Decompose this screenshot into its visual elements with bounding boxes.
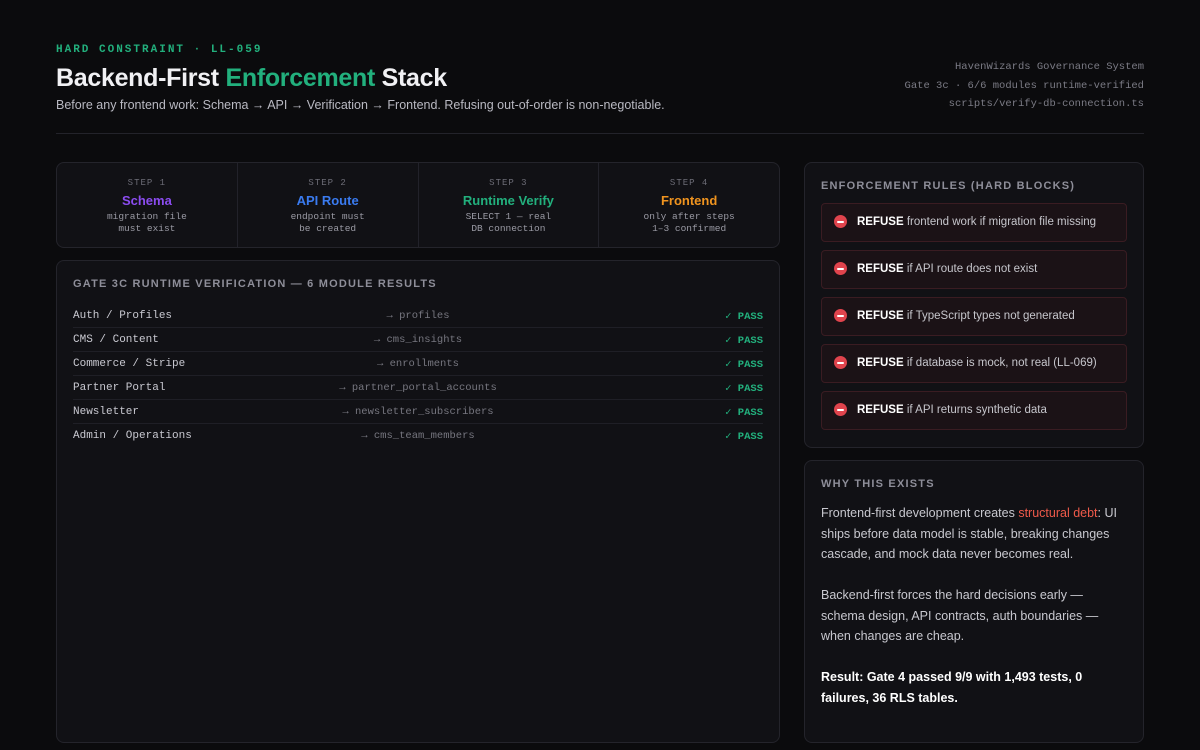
module-table: → enrollments [377,358,459,370]
rule-keyword: REFUSE [857,310,904,322]
rule-text: frontend work if migration file missing [903,216,1097,228]
rule-item: REFUSE if TypeScript types not generated [821,297,1127,336]
gate-verification-panel: GATE 3C RUNTIME VERIFICATION — 6 MODULE … [56,260,780,743]
module-table: → newsletter_subscribers [342,406,494,418]
no-entry-icon [834,309,847,322]
why-body: Frontend-first development creates struc… [821,503,1127,708]
step-number: STEP 3 [489,178,528,188]
meta-system: HavenWizards Governance System [954,61,1144,73]
step-title: Schema [121,193,172,208]
rules-heading: ENFORCEMENT RULES (HARD BLOCKS) [821,180,1076,192]
rule-item: REFUSE if API returns synthetic data [821,391,1127,430]
constraint-eyebrow: HARD CONSTRAINT · LL-059 [56,44,263,56]
why-heading: WHY THIS EXISTS [821,478,935,490]
step-title: API Route [296,193,359,208]
module-row: Newsletter → newsletter_subscribers ✓ PA… [73,400,763,424]
rule-item: REFUSE if API route does not exist [821,250,1127,289]
meta-script-path: scripts/verify-db-connection.ts [948,98,1144,110]
rule-text: if API route does not exist [903,263,1038,275]
meta-gate-status: Gate 3c · 6/6 modules runtime-verified [904,79,1144,92]
header-divider [56,133,1144,134]
pipeline-steps: STEP 1 Schema migration file must exist … [56,162,780,248]
result-summary: Result: Gate 4 passed 9/9 with 1,493 tes… [821,670,1083,705]
step-frontend: STEP 4 Frontend only after steps 1–3 con… [599,163,779,247]
pass-badge: ✓ PASS [725,431,763,443]
rule-item: REFUSE frontend work if migration file m… [821,203,1127,242]
step-description: only after steps 1–3 confirmed [643,211,735,234]
pass-badge: ✓ PASS [725,383,763,395]
why-p1-start: Frontend-first development creates [821,506,1019,520]
no-entry-icon [834,403,847,416]
rule-text: if TypeScript types not generated [903,310,1075,322]
pass-badge: ✓ PASS [725,407,763,419]
pass-badge: ✓ PASS [725,311,763,323]
module-table: → cms_team_members [361,430,475,442]
rule-keyword: REFUSE [857,357,904,369]
step-title: Runtime Verify [462,193,554,208]
header-meta: HavenWizards Governance System Gate 3c ·… [905,58,1144,114]
module-table: → profiles [386,310,450,322]
page-subtitle: Before any frontend work: Schema → API →… [56,98,665,112]
why-paragraph-2: Backend-first forces the hard decisions … [821,588,1099,643]
enforcement-rules-panel: ENFORCEMENT RULES (HARD BLOCKS) REFUSE f… [804,162,1144,448]
module-row: Commerce / Stripe → enrollments ✓ PASS [73,352,763,376]
rule-item: REFUSE if database is mock, not real (LL… [821,344,1127,383]
module-list: Auth / Profiles → profiles ✓ PASS CMS / … [73,304,763,448]
step-number: STEP 4 [669,178,709,188]
rule-keyword: REFUSE [857,216,904,228]
module-table: → partner_portal_accounts [339,382,497,394]
pass-badge: ✓ PASS [725,335,763,347]
module-row: Partner Portal → partner_portal_accounts… [73,376,763,400]
rule-text: if database is mock, not real (LL-069) [903,357,1097,369]
no-entry-icon [834,262,847,275]
step-number: STEP 2 [308,178,347,188]
rule-keyword: REFUSE [857,263,904,275]
step-title: Frontend [660,193,718,208]
no-entry-icon [834,215,847,228]
title-accent: Enforcement [225,64,375,92]
why-paragraph-1: Frontend-first development creates struc… [821,503,1127,565]
module-row: Admin / Operations → cms_team_members ✓ … [73,424,763,448]
why-panel: WHY THIS EXISTS Frontend-first developme… [804,460,1144,743]
step-number: STEP 1 [127,178,167,188]
title-part-1: Backend-First [56,64,226,92]
page-title: Backend-First Enforcement Stack [56,64,447,93]
rule-keyword: REFUSE [857,404,904,416]
structural-debt-highlight: structural debt [1018,506,1098,520]
step-description: SELECT 1 — real DB connection [465,211,552,234]
module-row: CMS / Content → cms_insights ✓ PASS [73,328,763,352]
step-schema: STEP 1 Schema migration file must exist [57,163,238,247]
module-table: → cms_insights [373,334,463,346]
rule-text: if API returns synthetic data [903,404,1047,416]
step-runtime-verify: STEP 3 Runtime Verify SELECT 1 — real DB… [419,163,600,247]
step-description: migration file must exist [106,211,187,234]
gate-heading: GATE 3C RUNTIME VERIFICATION — 6 MODULE … [73,278,437,290]
step-description: endpoint must be created [290,211,365,234]
step-api-route: STEP 2 API Route endpoint must be create… [238,163,419,247]
no-entry-icon [834,356,847,369]
module-row: Auth / Profiles → profiles ✓ PASS [73,304,763,328]
title-part-2: Stack [374,64,448,92]
pass-badge: ✓ PASS [725,359,763,371]
